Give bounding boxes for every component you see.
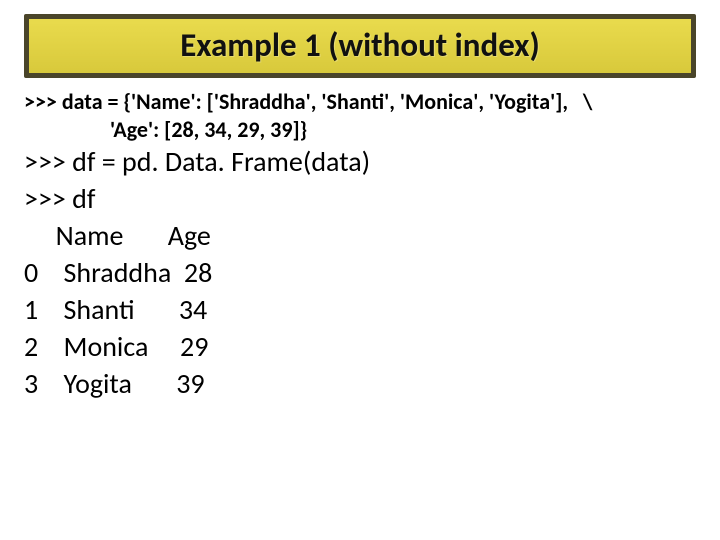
table-row-1: 1 Shanti 34	[24, 292, 696, 329]
table-row-0: 0 Shraddha 28	[24, 255, 696, 292]
code-line-3: >>> df = pd. Data. Frame(data)	[24, 144, 696, 181]
table-row-3: 3 Yogita 39	[24, 366, 696, 403]
slide-body: >>> data = {'Name': ['Shraddha', 'Shanti…	[18, 88, 702, 403]
slide: Example 1 (without index) >>> data = {'N…	[0, 0, 720, 540]
table-header: Name Age	[24, 218, 696, 255]
slide-title: Example 1 (without index)	[180, 25, 540, 65]
code-line-1: >>> data = {'Name': ['Shraddha', 'Shanti…	[24, 88, 696, 116]
code-line-2: 'Age': [28, 34, 29, 39]}	[24, 116, 696, 144]
title-inner: Example 1 (without index)	[29, 19, 691, 73]
title-banner: Example 1 (without index)	[24, 14, 696, 78]
table-row-2: 2 Monica 29	[24, 329, 696, 366]
code-line-4: >>> df	[24, 181, 696, 218]
